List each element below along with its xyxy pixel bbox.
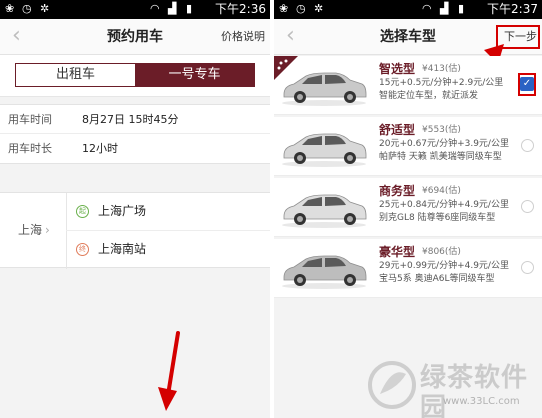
end-location[interactable]: 终上海南站 <box>76 242 146 256</box>
segmented-control: 出租车 一号专车 <box>15 63 255 87</box>
car-description: 智能定位车型，就近派发 <box>379 91 479 101</box>
divider <box>66 230 270 231</box>
car-option[interactable]: 豪华型 ¥806(估) 29元+0.99元/分钟+4.9元/公里 宝马5系 奥迪A6L… <box>274 239 542 298</box>
status-time: 下午2:36 <box>215 2 266 16</box>
car-image <box>282 133 367 167</box>
notification-icon: ❀ <box>279 2 289 15</box>
duration-label: 用车时长 <box>8 142 52 155</box>
watermark-url: www.33LC.com <box>443 396 520 407</box>
settings-icon: ✲ <box>40 2 50 15</box>
car-rate: 25元+0.84元/分钟+4.9元/公里 <box>379 200 509 210</box>
highlight-box <box>518 73 536 96</box>
status-time: 下午2:37 <box>487 2 538 16</box>
signal-icon: ▟ <box>440 2 449 15</box>
tab-bar: 出租车 一号专车 <box>0 55 270 97</box>
car-option[interactable]: 舒适型 ¥553(估) 20元+0.67元/分钟+3.9元/公里 帕萨特 天籁 凯美瑞… <box>274 117 542 176</box>
notification-icon: ❀ <box>5 2 15 15</box>
duration-row[interactable]: 用车时长 12小时 <box>0 134 270 163</box>
car-image <box>282 255 367 289</box>
car-price: ¥806(估) <box>422 247 461 257</box>
car-image <box>282 194 367 228</box>
start-location[interactable]: 起上海广场 <box>76 204 146 218</box>
car-type-name: 智选型 <box>379 62 416 76</box>
car-description: 宝马5系 奥迪A6L等同级车型 <box>379 274 495 284</box>
car-type-name: 舒适型 <box>379 123 416 137</box>
car-type-name: 豪华型 <box>379 245 416 259</box>
car-rate: 29元+0.99元/分钟+4.9元/公里 <box>379 261 509 271</box>
city-selector[interactable]: 上海 › <box>18 223 50 237</box>
tab-premium-car[interactable]: 一号专车 <box>135 64 254 86</box>
car-type-list: 智选型 ¥413(估) 15元+0.5元/分钟+2.9元/公里 智能定位车型，就近派发… <box>274 56 542 300</box>
chevron-right-icon: › <box>45 223 50 237</box>
car-price: ¥553(估) <box>422 125 461 135</box>
car-type-name: 商务型 <box>379 184 416 198</box>
car-description: 帕萨特 天籁 凯美瑞等同级车型 <box>379 152 502 162</box>
nav-bar: ‹ 预约用车 价格说明 <box>0 19 270 55</box>
time-label: 用车时间 <box>8 113 52 126</box>
end-marker-icon: 终 <box>76 243 89 256</box>
city-label: 上海 <box>18 223 43 237</box>
start-marker-icon: 起 <box>76 205 89 218</box>
divider <box>66 193 67 269</box>
right-screen: ❀ ◷ ✲ ◠ ▟ ▮ 下午2:37 ‹ 选择车型 下一步 智选型 ¥413(估)… <box>274 0 542 418</box>
status-bar: ❀ ◷ ✲ ◠ ▟ ▮ 下午2:36 <box>0 0 270 19</box>
wifi-icon: ◠ <box>422 2 432 15</box>
duration-value: 12小时 <box>82 142 118 155</box>
status-bar: ❀ ◷ ✲ ◠ ▟ ▮ 下午2:37 <box>274 0 542 19</box>
radio-button[interactable] <box>521 200 534 213</box>
battery-icon: ▮ <box>458 2 465 15</box>
car-price: ¥694(估) <box>422 186 461 196</box>
car-image <box>282 72 367 106</box>
booking-details: 用车时间 8月27日 15时45分 用车时长 12小时 <box>0 104 270 164</box>
time-value: 8月27日 15时45分 <box>82 113 179 126</box>
car-description: 别克GL8 陆尊等6座同级车型 <box>379 213 496 223</box>
wifi-icon: ◠ <box>150 2 160 15</box>
tab-taxi[interactable]: 出租车 <box>16 64 135 86</box>
end-location-text: 上海南站 <box>98 242 147 256</box>
watermark-text: 绿茶软件园 <box>420 363 529 418</box>
radio-button[interactable] <box>521 261 534 274</box>
annotation-arrow-icon <box>158 331 180 411</box>
car-rate: 15元+0.5元/分钟+2.9元/公里 <box>379 78 504 88</box>
car-rate: 20元+0.67元/分钟+3.9元/公里 <box>379 139 509 149</box>
time-row[interactable]: 用车时间 8月27日 15时45分 <box>0 105 270 134</box>
radio-button[interactable] <box>521 139 534 152</box>
location-card: 上海 › 起上海广场 终上海南站 <box>0 192 270 269</box>
battery-icon: ▮ <box>186 2 193 15</box>
alarm-icon: ◷ <box>22 2 32 15</box>
car-option[interactable]: 智选型 ¥413(估) 15元+0.5元/分钟+2.9元/公里 智能定位车型，就近派发… <box>274 56 542 115</box>
price-info-link[interactable]: 价格说明 <box>221 30 265 44</box>
alarm-icon: ◷ <box>296 2 306 15</box>
car-price: ¥413(估) <box>422 64 461 74</box>
signal-icon: ▟ <box>168 2 177 15</box>
settings-icon: ✲ <box>314 2 324 15</box>
start-location-text: 上海广场 <box>98 204 147 218</box>
car-option[interactable]: 商务型 ¥694(估) 25元+0.84元/分钟+4.9元/公里 别克GL8 陆尊等6… <box>274 178 542 237</box>
left-screen: ❀ ◷ ✲ ◠ ▟ ▮ 下午2:36 ‹ 预约用车 价格说明 出租车 一号专车 … <box>0 0 270 418</box>
